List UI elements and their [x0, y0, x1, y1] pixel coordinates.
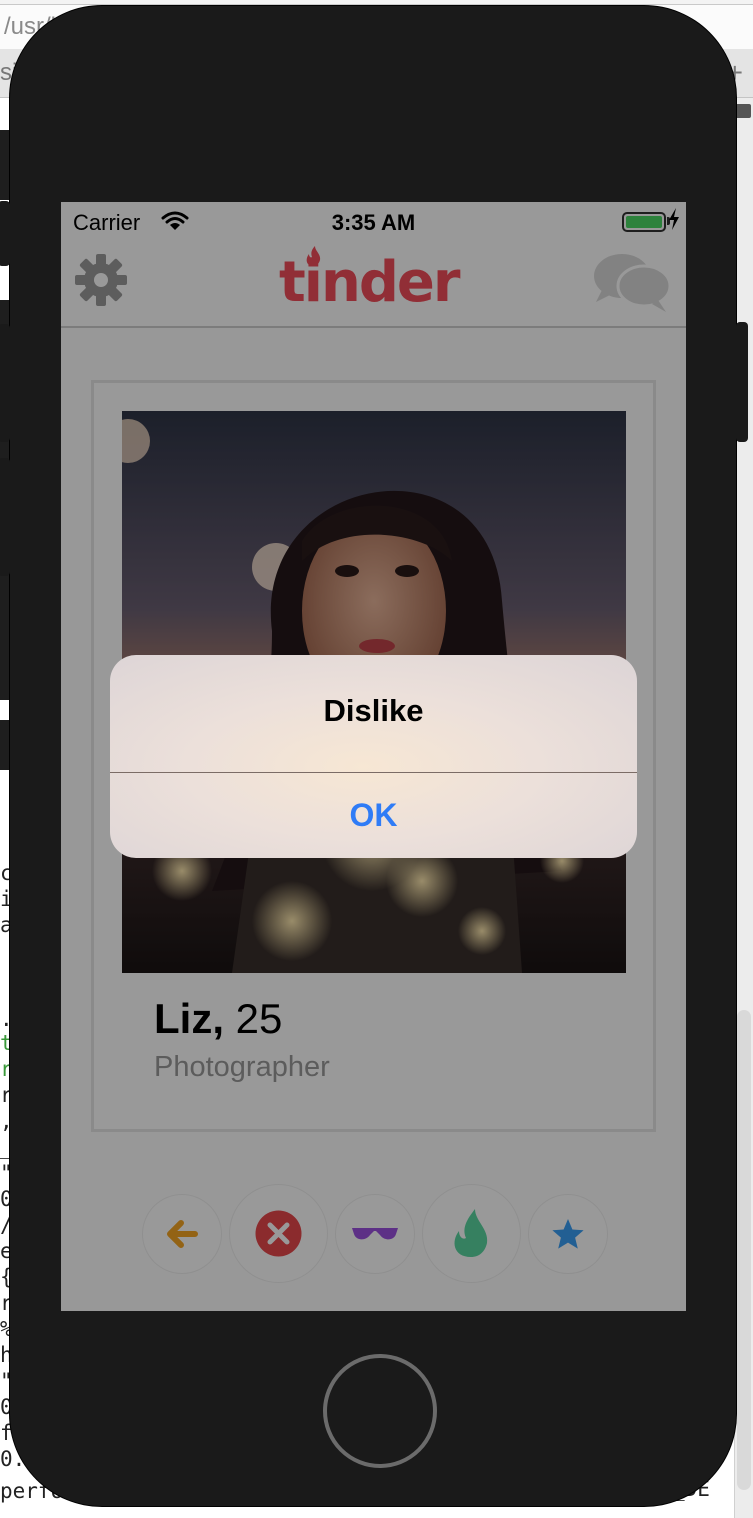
volume-up-button	[0, 324, 10, 442]
app-screen: Carrier 3:35 AM tinder Liz, 25 Photograp…	[61, 202, 686, 1311]
alert-title: Dislike	[323, 693, 424, 728]
power-button	[736, 322, 748, 442]
home-button[interactable]	[323, 1354, 437, 1468]
list-icon[interactable]	[735, 104, 751, 118]
alert-dialog: Dislike OK	[110, 655, 637, 858]
mute-switch	[0, 201, 10, 266]
scrollbar[interactable]	[737, 1010, 751, 1490]
alert-ok-button[interactable]: OK	[110, 773, 637, 858]
volume-down-button	[0, 458, 10, 576]
